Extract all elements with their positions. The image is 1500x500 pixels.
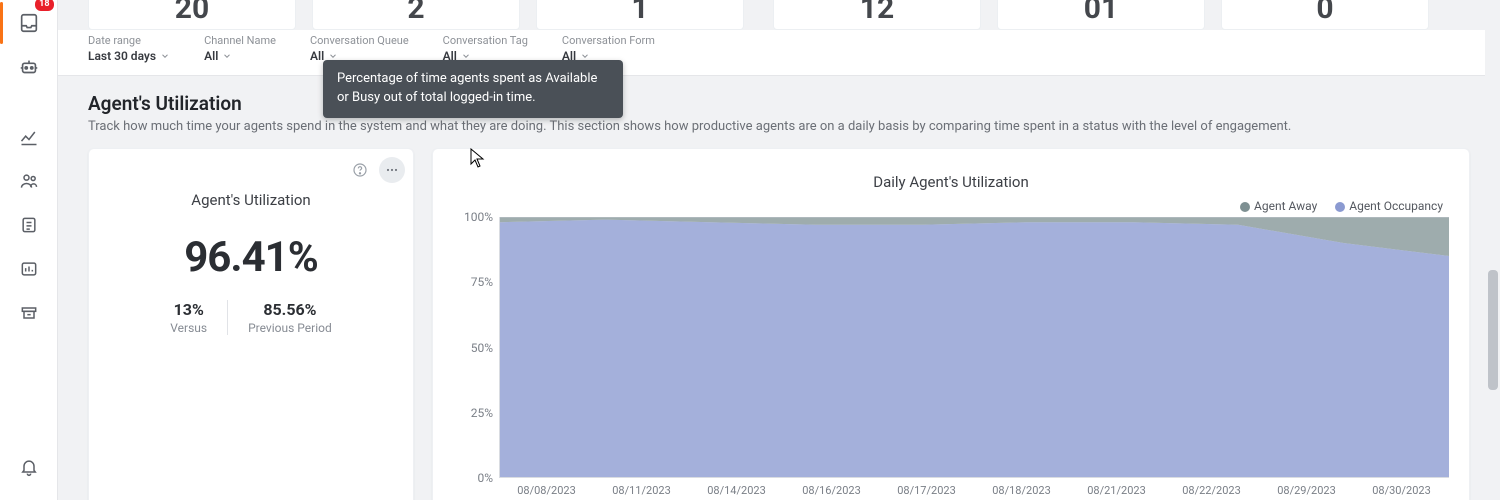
- x-tick: 08/18/2023: [974, 484, 1069, 497]
- x-tick: 08/21/2023: [1069, 484, 1164, 497]
- y-tick: 50%: [471, 341, 493, 355]
- filter-value: All: [204, 49, 218, 63]
- y-axis: 100%75%50%25%0%: [453, 217, 499, 478]
- scrollbar[interactable]: [1485, 0, 1500, 500]
- sidebar-item-notifications[interactable]: [8, 446, 50, 488]
- filter-label: Conversation Tag: [443, 34, 528, 47]
- sidebar-item-archive[interactable]: [8, 292, 50, 334]
- stat-tile[interactable]: 20: [88, 0, 296, 30]
- utilization-value: 96.41%: [89, 233, 413, 282]
- filter-label: Channel Name: [204, 34, 276, 47]
- utilization-card-title: Agent's Utilization: [89, 191, 413, 209]
- versus-value: 13%: [170, 300, 207, 319]
- scrollbar-thumb[interactable]: [1488, 270, 1498, 390]
- chart-plot: 100%75%50%25%0%: [453, 217, 1449, 478]
- x-tick: 08/08/2023: [499, 484, 594, 497]
- x-tick: 08/29/2023: [1259, 484, 1354, 497]
- filter-label: Date range: [88, 34, 170, 47]
- cards-row: Agent's Utilization 96.41% 13% Versus 85…: [58, 134, 1500, 500]
- filter-date-range[interactable]: Date range Last 30 days: [88, 34, 170, 63]
- sidebar-item-surveys[interactable]: [8, 204, 50, 246]
- help-tooltip: Percentage of time agents spent as Avail…: [323, 60, 623, 118]
- legend-item-away[interactable]: Agent Away: [1240, 199, 1317, 213]
- filter-value: All: [310, 49, 324, 63]
- y-tick: 25%: [471, 406, 493, 420]
- chevron-down-icon: [160, 51, 170, 61]
- filter-channel-name[interactable]: Channel Name All: [204, 34, 276, 63]
- main-content: 20 2 1 12 01 0 Date range Last 30 days C…: [58, 0, 1500, 500]
- section-subtitle: Track how much time your agents spend in…: [88, 119, 1470, 134]
- previous-label: Previous Period: [248, 321, 332, 335]
- sidebar-item-team[interactable]: [8, 160, 50, 202]
- filter-conversation-tag[interactable]: Conversation Tag All: [443, 34, 528, 63]
- sidebar-item-reports[interactable]: [8, 248, 50, 290]
- sidebar-item-bot[interactable]: [8, 46, 50, 88]
- help-icon[interactable]: [347, 157, 373, 183]
- y-tick: 0%: [477, 471, 493, 485]
- x-tick: 08/22/2023: [1164, 484, 1259, 497]
- previous-value: 85.56%: [248, 300, 332, 319]
- sidebar-item-analytics[interactable]: [8, 116, 50, 158]
- stat-tile[interactable]: 1: [536, 0, 744, 30]
- section-header: Agent's Utilization Track how much time …: [58, 76, 1500, 134]
- stat-tile[interactable]: 12: [773, 0, 981, 30]
- x-tick: 08/30/2023: [1354, 484, 1449, 497]
- x-tick: 08/16/2023: [784, 484, 879, 497]
- x-tick: 08/14/2023: [689, 484, 784, 497]
- section-title: Agent's Utilization: [88, 92, 1470, 115]
- versus-label: Versus: [170, 321, 207, 335]
- stat-tiles-row: 20 2 1 12 01 0: [58, 0, 1500, 30]
- chart-legend: Agent Away Agent Occupancy: [453, 199, 1449, 213]
- chevron-down-icon: [222, 51, 232, 61]
- stat-tile[interactable]: 01: [997, 0, 1205, 30]
- more-icon[interactable]: [379, 157, 405, 183]
- x-axis: 08/08/202308/11/202308/14/202308/16/2023…: [453, 484, 1449, 497]
- sidebar-item-inbox[interactable]: 18: [8, 2, 50, 44]
- utilization-card: Agent's Utilization 96.41% 13% Versus 85…: [88, 148, 414, 500]
- filter-label: Conversation Form: [562, 34, 655, 47]
- x-tick: 08/11/2023: [594, 484, 689, 497]
- stat-tile[interactable]: 0: [1221, 0, 1429, 30]
- chart-title: Daily Agent's Utilization: [453, 173, 1449, 191]
- filter-conversation-queue[interactable]: Conversation Queue All: [310, 34, 409, 63]
- x-tick: 08/17/2023: [879, 484, 974, 497]
- plot-area[interactable]: [499, 217, 1449, 478]
- daily-utilization-chart-card: Daily Agent's Utilization Agent Away Age…: [432, 148, 1470, 500]
- filter-value: Last 30 days: [88, 49, 156, 63]
- filter-conversation-form[interactable]: Conversation Form All: [562, 34, 655, 63]
- filter-label: Conversation Queue: [310, 34, 409, 47]
- y-tick: 100%: [464, 210, 493, 224]
- sidebar: 18: [0, 0, 58, 500]
- inbox-badge: 18: [35, 0, 53, 11]
- y-tick: 75%: [471, 275, 493, 289]
- filters-bar: Date range Last 30 days Channel Name All…: [58, 30, 1500, 76]
- legend-item-occupancy[interactable]: Agent Occupancy: [1335, 199, 1443, 213]
- comparison-row: 13% Versus 85.56% Previous Period: [89, 300, 413, 335]
- stat-tile[interactable]: 2: [312, 0, 520, 30]
